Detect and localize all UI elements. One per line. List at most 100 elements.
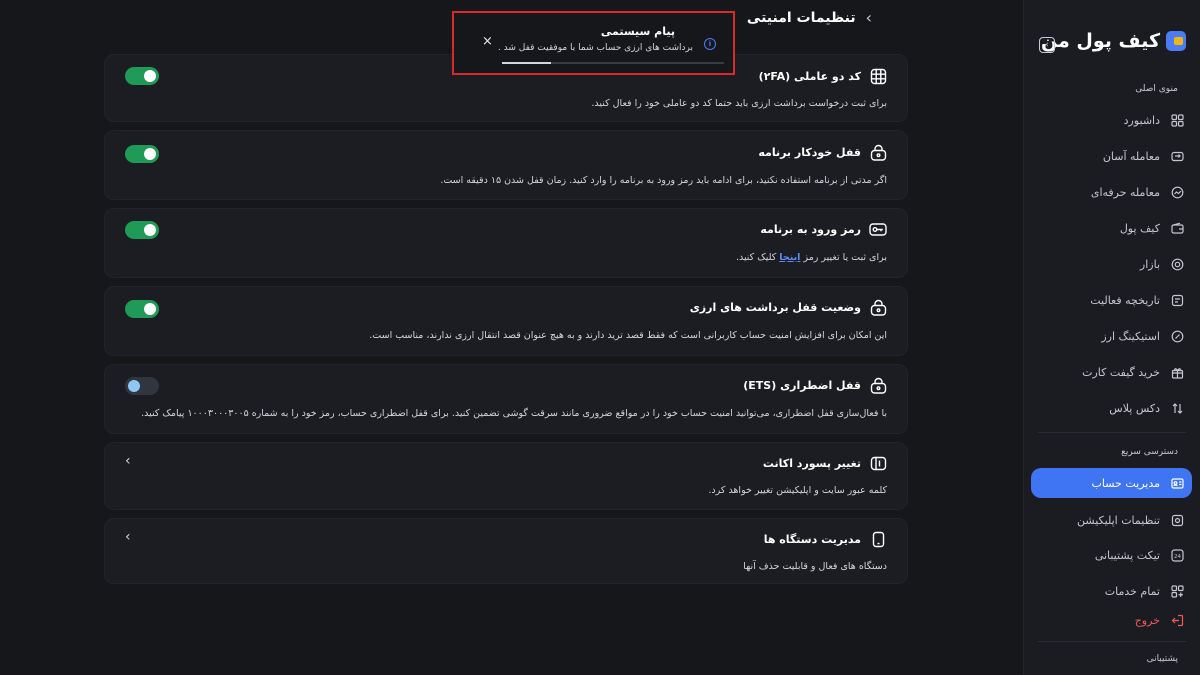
toggle-emergency-lock[interactable] <box>125 377 159 395</box>
sidebar-item-label: بازار <box>1139 257 1160 271</box>
sidebar-divider <box>1038 432 1186 433</box>
chevron-left-icon[interactable]: ‹ <box>125 529 131 545</box>
sidebar-item-dex-plus[interactable]: دکس پلاس <box>1031 394 1192 422</box>
sidebar-item-label: معامله آسان <box>1102 149 1160 163</box>
card-description: این امکان برای افزایش امنیت حساب کاربران… <box>369 330 887 341</box>
card-header: وضعیت قفل برداشت های ارزی <box>690 298 887 316</box>
sidebar-item-app-settings[interactable]: تنظیمات اپلیکیشن <box>1031 506 1192 534</box>
chevron-left-icon[interactable]: ‹ <box>125 453 131 469</box>
card-title: قفل خودکار برنامه <box>758 145 861 159</box>
sidebar-item-staking[interactable]: استیکینگ ارز <box>1031 322 1192 350</box>
chevron-right-icon[interactable]: › <box>866 8 872 27</box>
card-description: برای ثبت یا تغییر رمز اینجا کلیک کنید. <box>736 252 887 263</box>
card-header: مدیریت دستگاه ها <box>764 530 887 548</box>
toggle-withdrawal-lock[interactable] <box>125 300 159 318</box>
support-24-icon: 24 <box>1170 548 1184 562</box>
section-title-main: منوی اصلی <box>1135 84 1178 94</box>
toggle-auto-lock[interactable] <box>125 145 159 163</box>
card-emergency-lock: قفل اضطراری (ETS) با فعال‌سازی قفل اضطرا… <box>104 364 908 434</box>
toast-progress-bar <box>502 62 724 64</box>
sidebar-item-account-management[interactable]: مدیریت حساب <box>1031 468 1192 498</box>
sidebar-item-label: داشبورد <box>1123 113 1160 127</box>
device-icon <box>869 530 887 548</box>
page-header: › تنظیمات امنیتی <box>747 8 872 27</box>
card-title: قفل اضطراری (ETS) <box>743 378 861 392</box>
sidebar-item-label: مدیریت حساب <box>1091 476 1160 490</box>
sidebar-item-label: تمام خدمات <box>1104 584 1160 598</box>
market-icon <box>1170 257 1184 271</box>
history-icon <box>1170 293 1184 307</box>
card-title: مدیریت دستگاه ها <box>763 532 861 546</box>
chart-icon <box>1170 185 1184 199</box>
lock-icon <box>869 143 887 161</box>
section-title-quick: دسترسی سریع <box>1121 447 1178 457</box>
sidebar-item-pro-trade[interactable]: معامله حرفه‌ای <box>1031 178 1192 206</box>
card-title: تغییر پسورد اکانت <box>762 456 861 470</box>
card-withdrawal-lock: وضعیت قفل برداشت های ارزی این امکان برای… <box>104 286 908 356</box>
info-icon: i <box>704 38 716 50</box>
card-description: اگر مدتی از برنامه استفاده نکنید، برای ا… <box>440 175 887 186</box>
sidebar-item-label: تیکت پشتیبانی <box>1094 548 1160 562</box>
system-message-toast: پیام سیستمی برداشت های ارزی حساب شما با … <box>452 11 735 75</box>
sidebar: کیف پول من ‹ منوی اصلی داشبورد معامله آس… <box>1023 0 1200 675</box>
sidebar-item-market[interactable]: بازار <box>1031 250 1192 278</box>
sidebar-item-easy-trade[interactable]: معامله آسان <box>1031 142 1192 170</box>
card-device-management[interactable]: مدیریت دستگاه ها دستگاه های فعال و قابلی… <box>104 518 908 584</box>
key-icon <box>869 220 887 238</box>
qr-grid-icon <box>869 67 887 85</box>
id-card-icon <box>1170 476 1184 490</box>
svg-text:24: 24 <box>1174 553 1181 559</box>
toggle-2fa[interactable] <box>125 67 159 85</box>
card-description: برای ثبت درخواست برداشت ارزی باید حتما ک… <box>591 98 887 109</box>
grid-icon <box>1170 113 1184 127</box>
staking-icon <box>1170 329 1184 343</box>
toast-title: پیام سیستمی <box>600 25 675 38</box>
settings-icon <box>1170 513 1184 527</box>
page-title: تنظیمات امنیتی <box>746 9 856 26</box>
sidebar-item-wallet[interactable]: کیف پول <box>1031 214 1192 242</box>
sidebar-item-label: معامله حرفه‌ای <box>1090 185 1160 199</box>
card-change-password[interactable]: تغییر پسورد اکانت کلمه عبور سایت و اپلیک… <box>104 442 908 510</box>
card-header: کد دو عاملی (۲FA) <box>759 67 887 85</box>
sidebar-item-label: خرید گیفت کارت <box>1082 365 1160 379</box>
sidebar-item-logout[interactable]: خروج <box>1031 606 1192 634</box>
card-title: کد دو عاملی (۲FA) <box>758 69 861 83</box>
sidebar-item-all-services[interactable]: تمام خدمات <box>1031 577 1192 605</box>
sidebar-item-label: کیف پول <box>1119 221 1160 235</box>
lock-icon <box>869 376 887 394</box>
sidebar-item-gift-card[interactable]: خرید گیفت کارت <box>1031 358 1192 386</box>
sidebar-item-label: تنظیمات اپلیکیشن <box>1077 513 1160 527</box>
lock-icon <box>869 298 887 316</box>
card-title: وضعیت قفل برداشت های ارزی <box>689 300 861 314</box>
gift-icon <box>1170 365 1184 379</box>
sidebar-item-label: دکس پلاس <box>1109 401 1160 415</box>
wallet-icon <box>1170 221 1184 235</box>
toast-progress-fill <box>502 62 551 64</box>
sidebar-item-dashboard[interactable]: داشبورد <box>1031 106 1192 134</box>
toast-message: برداشت های ارزی حساب شما با موفقیت قفل ش… <box>497 43 693 53</box>
card-description: دستگاه های فعال و قابلیت حذف آنها <box>743 561 887 572</box>
here-link[interactable]: اینجا <box>779 252 800 263</box>
sidebar-divider <box>1038 641 1186 642</box>
card-header: قفل اضطراری (ETS) <box>743 376 887 394</box>
brand-name: کیف پول من <box>1040 30 1161 52</box>
card-description-text: برای ثبت یا تغییر رمز <box>803 252 887 263</box>
card-header: رمز ورود به برنامه <box>760 220 887 238</box>
collapse-sidebar-icon[interactable]: ‹ <box>1039 37 1055 53</box>
toggle-app-password[interactable] <box>125 221 159 239</box>
card-title: رمز ورود به برنامه <box>760 222 861 236</box>
password-icon <box>869 454 887 472</box>
close-icon[interactable]: × <box>482 34 493 49</box>
card-description: با فعال‌سازی قفل اضطراری، می‌توانید امنی… <box>141 408 887 419</box>
swap-icon <box>1170 149 1184 163</box>
sidebar-item-support-ticket[interactable]: 24 تیکت پشتیبانی <box>1031 541 1192 569</box>
card-auto-lock: قفل خودکار برنامه اگر مدتی از برنامه است… <box>104 130 908 200</box>
sidebar-item-label: تاریخچه فعالیت <box>1090 293 1160 307</box>
sidebar-item-history[interactable]: تاریخچه فعالیت <box>1031 286 1192 314</box>
dex-icon <box>1170 401 1184 415</box>
sidebar-item-label: استیکینگ ارز <box>1101 329 1160 343</box>
section-title-support: پشتیبانی <box>1146 654 1178 664</box>
card-app-password: رمز ورود به برنامه برای ثبت یا تغییر رمز… <box>104 208 908 278</box>
sidebar-item-label: خروج <box>1134 613 1160 627</box>
brand[interactable]: کیف پول من <box>1041 30 1186 52</box>
